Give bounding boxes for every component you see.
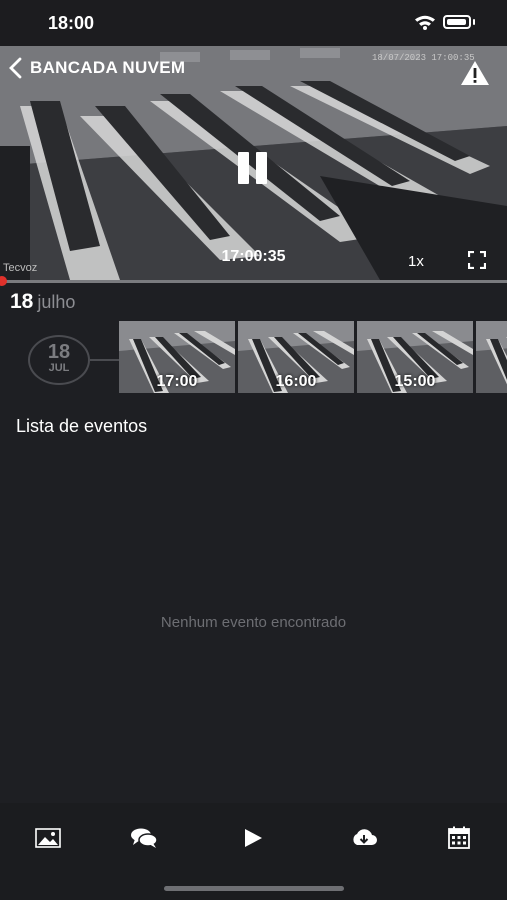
thumbnail-1600[interactable]: 16:00 (238, 321, 354, 393)
day-badge[interactable]: 18 JUL (28, 335, 90, 385)
cloud-download-icon (353, 829, 377, 845)
snapshot-button[interactable] (33, 825, 63, 851)
back-button[interactable]: BANCADA NUVEM (8, 56, 185, 80)
thumbnail-partial[interactable] (476, 321, 507, 393)
date-month: julho (37, 292, 76, 312)
thumbnail-1500[interactable]: 15:00 (357, 321, 473, 393)
date-day: 18 (10, 290, 34, 313)
home-indicator (164, 886, 344, 891)
pause-button[interactable] (235, 150, 271, 186)
status-time: 18:00 (48, 13, 95, 33)
fullscreen-icon[interactable] (468, 251, 486, 269)
thumbnail-label: 16:00 (275, 373, 317, 390)
chat-icon (131, 828, 158, 848)
video-player[interactable]: 18/07/2023 17:00:35 Tecvoz 17:00:35 1x (0, 46, 507, 280)
thumbnail-image (476, 321, 507, 393)
download-button[interactable] (349, 825, 379, 851)
play-button[interactable] (238, 825, 268, 851)
calendar-icon (448, 826, 470, 849)
thumbnail-label: 15:00 (394, 373, 436, 390)
calendar-button[interactable] (444, 825, 474, 851)
date-heading: 18 julho (10, 290, 75, 314)
chat-button[interactable] (129, 825, 159, 851)
wifi-icon (415, 15, 435, 30)
thumbnail-label: 17:00 (156, 373, 198, 390)
playback-progress-track[interactable] (0, 280, 507, 283)
battery-icon (443, 15, 471, 29)
events-empty-message: Nenhum evento encontrado (160, 614, 347, 631)
playback-progress-handle[interactable] (0, 276, 7, 286)
page-title: BANCADA NUVEM (30, 58, 186, 77)
thumbnail-1700[interactable]: 17:00 (119, 321, 235, 393)
play-icon (245, 829, 262, 847)
day-badge-month: JUL (48, 362, 70, 374)
events-list-title: Lista de eventos (16, 416, 148, 436)
chevron-left-icon (9, 57, 22, 79)
image-icon (35, 828, 61, 848)
warning-icon[interactable] (460, 60, 490, 86)
timeline-connector (90, 359, 120, 361)
battery-tip (473, 19, 475, 25)
day-badge-number: 18 (47, 341, 71, 363)
video-current-time: 17:00:35 (221, 248, 286, 265)
recording-thumbnails[interactable]: 17:00 16:00 15:00 (119, 321, 507, 395)
playback-speed-button[interactable]: 1x (408, 253, 424, 270)
status-bar: 18:00 (0, 0, 507, 46)
